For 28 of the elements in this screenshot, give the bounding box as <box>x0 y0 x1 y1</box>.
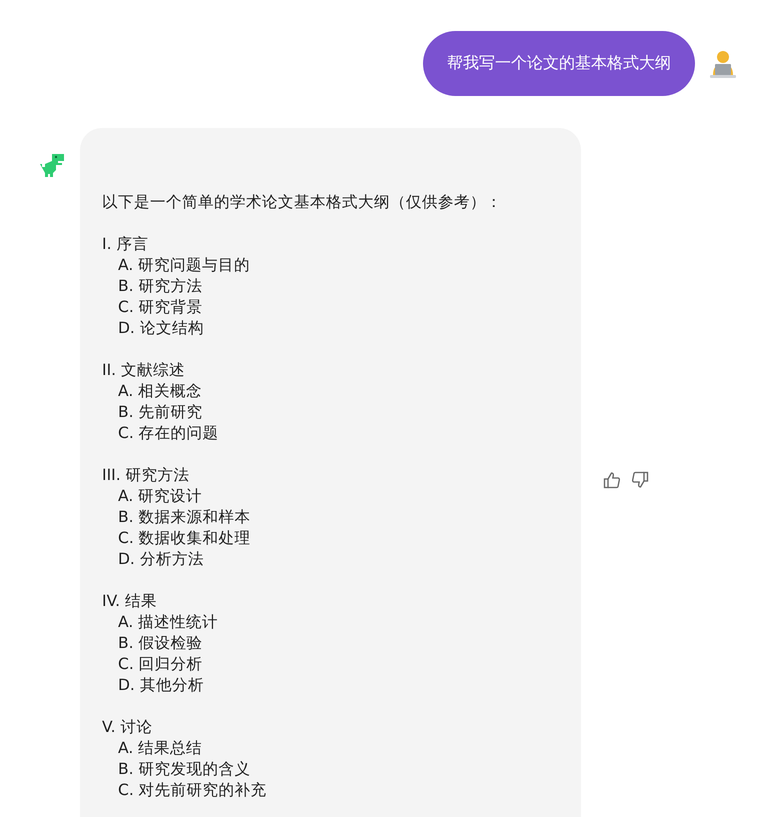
outline-item: D. 其他分析 <box>117 675 205 696</box>
outline-item: D. 分析方法 <box>117 549 205 570</box>
outline-item: A. 研究设计 <box>117 486 204 507</box>
outline-item: D. 论文结构 <box>117 318 205 339</box>
outline-heading: I. 序言 <box>102 234 150 255</box>
outline-item: A. 相关概念 <box>117 381 204 402</box>
outline-item: C. 对先前研究的补充 <box>117 780 268 801</box>
thumbs-up-icon[interactable] <box>603 470 621 488</box>
outline-item: B. 研究发现的含义 <box>117 759 252 780</box>
user-message: 帮我写一个论文的基本格式大纲 <box>423 31 695 96</box>
user-avatar-icon <box>709 48 737 78</box>
outline-item: A. 描述性统计 <box>117 612 220 633</box>
outline-item: C. 回归分析 <box>117 654 204 675</box>
outline-item: C. 数据收集和处理 <box>117 528 252 549</box>
outline-item: A. 研究问题与目的 <box>117 255 252 276</box>
outline-item: C. 研究背景 <box>117 297 204 318</box>
outline-heading: V. 讨论 <box>102 717 154 738</box>
outline-item: B. 先前研究 <box>117 402 204 423</box>
outline-item: B. 数据来源和样本 <box>117 507 252 528</box>
outline-item: B. 假设检验 <box>117 633 204 654</box>
outline-heading: III. 研究方法 <box>102 465 191 486</box>
outline-heading: II. 文献综述 <box>102 360 186 381</box>
thumbs-down-icon[interactable] <box>631 470 649 488</box>
outline-item: A. 结果总结 <box>117 738 204 759</box>
outline-heading: IV. 结果 <box>102 591 158 612</box>
intro-text: 以下是一个简单的学术论文基本格式大纲（仅供参考）： <box>102 192 503 213</box>
outline-item: B. 研究方法 <box>117 276 204 297</box>
outline-item: C. 存在的问题 <box>117 423 220 444</box>
